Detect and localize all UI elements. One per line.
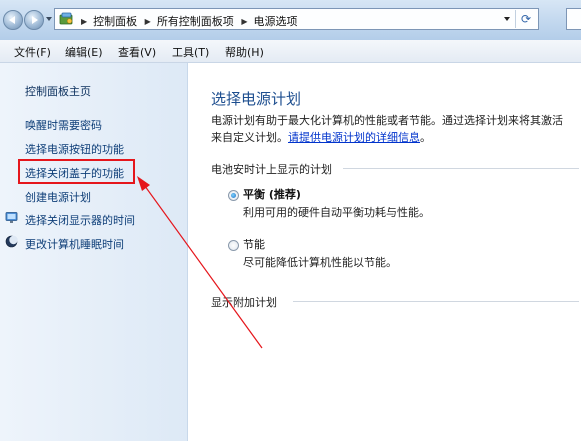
annotation-arrow <box>137 176 263 349</box>
annotation-arrow-head <box>137 176 150 191</box>
annotation-arrow-line <box>141 181 263 349</box>
